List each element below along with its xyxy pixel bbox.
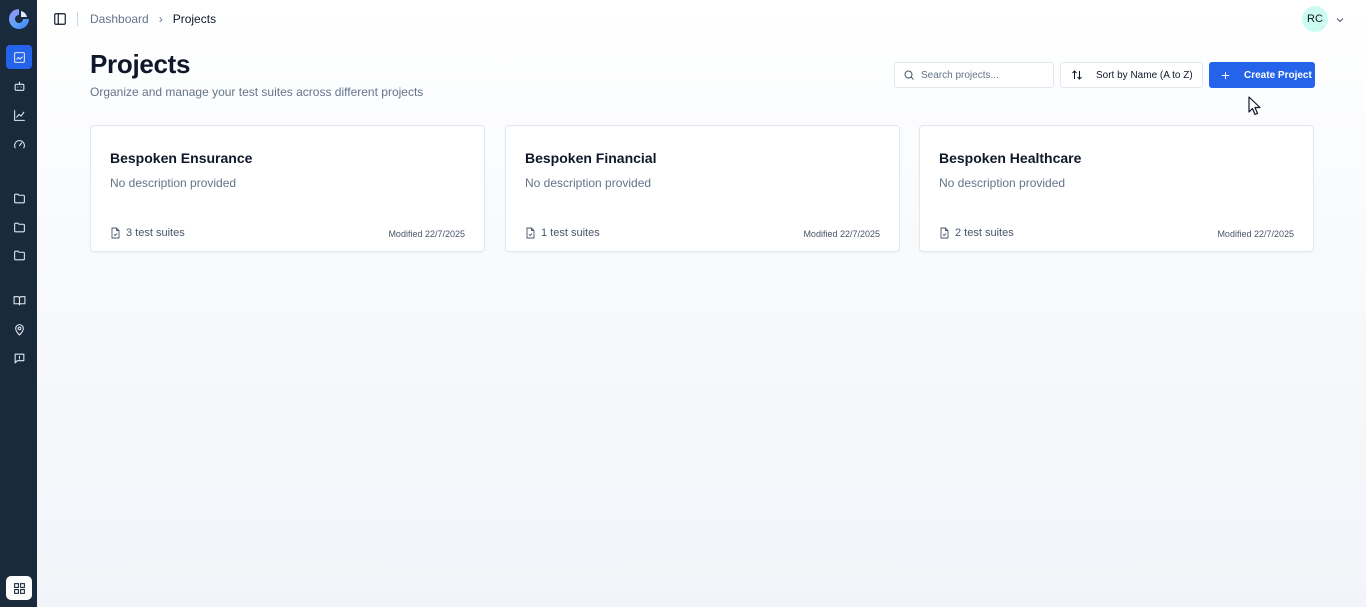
sidebar-item-docs[interactable] bbox=[6, 288, 32, 312]
breadcrumb-current: Projects bbox=[172, 12, 217, 26]
breadcrumb-dashboard[interactable]: Dashboard bbox=[90, 12, 149, 26]
main-content: Dashboard › Projects RC Projects Organiz… bbox=[37, 0, 1366, 607]
panel-left-icon bbox=[54, 13, 66, 25]
apps-button[interactable] bbox=[6, 576, 32, 600]
topbar-divider bbox=[77, 12, 78, 26]
search-icon bbox=[904, 70, 914, 80]
sidebar-item-locations[interactable] bbox=[6, 317, 32, 341]
sidebar-item-folder-3[interactable] bbox=[6, 243, 32, 267]
project-modified-date: Modified 22/7/2025 bbox=[388, 229, 465, 239]
chevron-down-icon bbox=[1336, 18, 1344, 23]
message-icon bbox=[14, 353, 24, 363]
project-card[interactable]: Bespoken Financial No description provid… bbox=[505, 125, 900, 252]
sort-arrows-icon bbox=[1072, 70, 1082, 80]
file-check-icon bbox=[940, 227, 949, 239]
map-pin-icon bbox=[14, 323, 24, 335]
breadcrumb: Dashboard › Projects bbox=[90, 12, 216, 26]
sidebar-toggle-button[interactable] bbox=[53, 12, 67, 26]
sidebar bbox=[0, 0, 37, 607]
project-modified-date: Modified 22/7/2025 bbox=[803, 229, 880, 239]
sidebar-item-feedback[interactable] bbox=[6, 346, 32, 370]
project-name: Bespoken Healthcare bbox=[939, 150, 1082, 166]
page-title: Projects bbox=[90, 49, 191, 79]
test-suite-count-label: 2 test suites bbox=[955, 227, 1014, 239]
grid-icon bbox=[13, 582, 25, 594]
gauge-icon bbox=[13, 139, 25, 148]
user-menu-toggle[interactable] bbox=[1334, 13, 1346, 25]
book-icon bbox=[13, 295, 25, 305]
file-check-icon bbox=[111, 227, 120, 239]
sidebar-item-dashboard[interactable] bbox=[6, 45, 32, 69]
robot-icon bbox=[14, 81, 24, 91]
create-project-button[interactable]: Create Project bbox=[1209, 62, 1315, 88]
test-suite-count: 2 test suites bbox=[939, 227, 1014, 239]
search-input[interactable] bbox=[921, 69, 1046, 81]
folder-icon bbox=[13, 222, 25, 232]
test-suite-count: 1 test suites bbox=[525, 227, 600, 239]
folder-icon bbox=[13, 250, 25, 260]
page-subtitle: Organize and manage your test suites acr… bbox=[90, 85, 424, 99]
sort-button[interactable]: Sort by Name (A to Z) bbox=[1060, 62, 1203, 88]
test-suite-count: 3 test suites bbox=[110, 227, 185, 239]
file-check-icon bbox=[526, 227, 535, 239]
sidebar-item-bots[interactable] bbox=[6, 74, 32, 98]
sort-button-label: Sort by Name (A to Z) bbox=[1096, 69, 1193, 81]
sidebar-item-folder-1[interactable] bbox=[6, 186, 32, 210]
plus-icon bbox=[1221, 71, 1230, 79]
app-logo[interactable] bbox=[7, 7, 31, 31]
image-icon bbox=[13, 51, 25, 63]
search-box[interactable] bbox=[894, 62, 1054, 88]
project-modified-date: Modified 22/7/2025 bbox=[1217, 229, 1294, 239]
line-chart-icon bbox=[13, 109, 25, 121]
project-card[interactable]: Bespoken Healthcare No description provi… bbox=[919, 125, 1314, 252]
project-description: No description provided bbox=[525, 176, 652, 190]
project-card[interactable]: Bespoken Ensurance No description provid… bbox=[90, 125, 485, 252]
project-description: No description provided bbox=[110, 176, 237, 190]
mouse-cursor-icon bbox=[1248, 96, 1261, 116]
project-name: Bespoken Ensurance bbox=[110, 150, 253, 166]
test-suite-count-label: 3 test suites bbox=[126, 227, 185, 239]
test-suite-count-label: 1 test suites bbox=[541, 227, 600, 239]
project-description: No description provided bbox=[939, 176, 1066, 190]
folder-icon bbox=[13, 193, 25, 203]
project-name: Bespoken Financial bbox=[525, 150, 657, 166]
create-project-label: Create Project bbox=[1244, 69, 1312, 81]
topbar: Dashboard › Projects RC bbox=[37, 0, 1366, 38]
chevron-right-icon: › bbox=[158, 12, 163, 26]
sidebar-item-performance[interactable] bbox=[6, 132, 32, 156]
avatar[interactable]: RC bbox=[1302, 6, 1328, 32]
sidebar-item-analytics[interactable] bbox=[6, 103, 32, 127]
sidebar-item-folder-2[interactable] bbox=[6, 215, 32, 239]
